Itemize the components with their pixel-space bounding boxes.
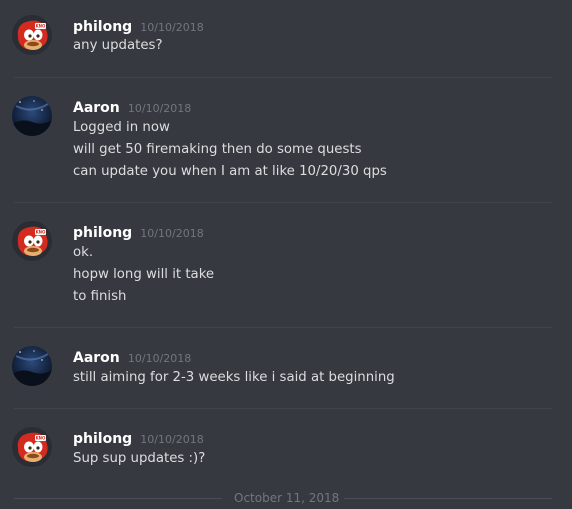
message-text: still aiming for 2-3 weeks like i said a… [73,370,395,385]
avatar-philong[interactable]: KNO [12,15,52,55]
night-sky-avatar-icon [12,346,52,386]
timestamp: 10/10/2018 [140,433,204,446]
username[interactable]: Aaron [73,100,120,116]
avatar-badge: KNO [36,24,46,29]
divider [14,327,552,328]
date-divider-line-right [344,498,552,499]
avatar-philong[interactable]: KNO [12,221,52,261]
message-text: ok. [73,245,94,260]
message-text: Logged in now [73,120,170,135]
avatar-philong[interactable]: KNO [12,427,52,467]
night-sky-avatar-icon [12,96,52,136]
message-text: Sup sup updates :)? [73,451,206,466]
date-divider-line-left [14,498,222,499]
avatar-badge: KNO [36,230,46,235]
message-text: will get 50 firemaking then do some ques… [73,142,362,157]
message-text: to finish [73,289,127,304]
date-divider-label: October 11, 2018 [234,491,340,505]
username[interactable]: philong [73,431,132,447]
message-header: philong 10/10/2018 [73,222,204,242]
username[interactable]: Aaron [73,350,120,366]
avatar-aaron[interactable] [12,96,52,136]
timestamp: 10/10/2018 [140,227,204,240]
avatar-aaron[interactable] [12,346,52,386]
username[interactable]: philong [73,225,132,241]
knuckles-avatar-icon: KNO [12,427,52,467]
message-text: any updates? [73,38,163,53]
timestamp: 10/10/2018 [127,352,192,365]
knuckles-avatar-icon: KNO [12,221,52,261]
message-text: hopw long will it take [73,267,215,282]
divider [14,202,552,203]
divider [14,408,552,409]
knuckles-avatar-icon: KNO [12,15,52,55]
message-text: can update you when I am at like 10/20/3… [73,164,387,179]
timestamp: 10/10/2018 [140,21,204,34]
timestamp: 10/10/2018 [127,102,192,115]
date-divider: October 11, 2018 [14,489,552,509]
message-header: philong 10/10/2018 [73,16,204,36]
username[interactable]: philong [73,19,132,35]
message-header: Aaron 10/10/2018 [73,347,191,367]
message-header: philong 10/10/2018 [73,428,204,448]
avatar-badge: KNO [36,436,46,441]
message-header: Aaron 10/10/2018 [73,97,191,117]
divider [14,77,552,78]
